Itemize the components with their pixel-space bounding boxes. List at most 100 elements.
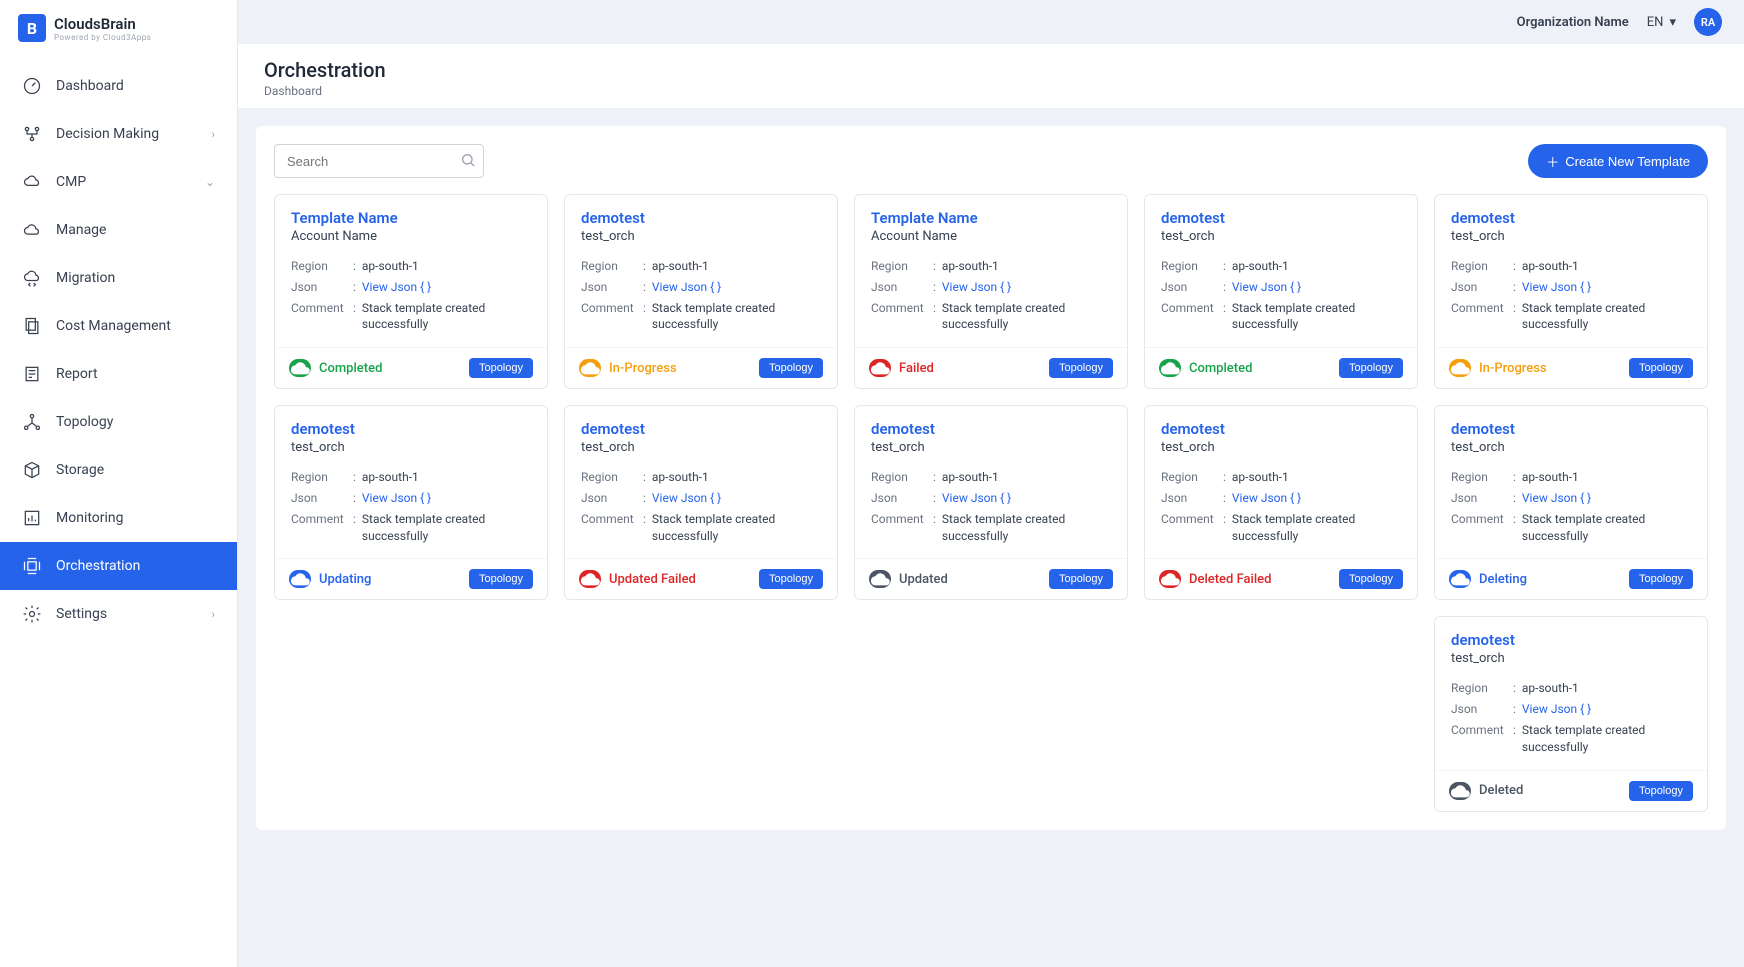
status-indicator: Updated [869,570,948,588]
card-title[interactable]: Template Name [871,209,1111,227]
topology-button[interactable]: Topology [1339,358,1403,378]
network-icon [22,412,42,432]
card-title[interactable]: demotest [1161,209,1401,227]
topology-button[interactable]: Topology [759,569,823,589]
status-label: Completed [319,361,382,376]
search-wrapper [274,144,484,178]
card-title[interactable]: demotest [1451,631,1691,649]
org-name[interactable]: Organization Name [1517,15,1629,30]
card-title[interactable]: demotest [1161,420,1401,438]
create-template-button[interactable]: ＋ Create New Template [1528,144,1708,178]
topology-button[interactable]: Topology [1339,569,1403,589]
language-selector[interactable]: EN ▾ [1647,15,1676,30]
sidebar-item-decision-making[interactable]: Decision Making› [0,110,237,158]
field-label-comment: Comment [291,300,347,334]
card-account: test_orch [1161,440,1401,455]
template-card[interactable]: demotesttest_orchRegion: ap-south-1Json:… [1434,194,1708,389]
card-title[interactable]: demotest [871,420,1111,438]
template-card[interactable]: demotesttest_orchRegion: ap-south-1Json:… [274,405,548,600]
card-title[interactable]: demotest [291,420,531,438]
search-input[interactable] [274,144,484,178]
field-label-json: Json [291,279,347,296]
status-icon [1159,570,1181,588]
page-header: Orchestration Dashboard [238,44,1744,108]
status-icon [869,359,891,377]
sidebar-item-manage[interactable]: Manage [0,206,237,254]
card-title[interactable]: demotest [581,420,821,438]
field-label-json: Json [291,490,347,507]
template-card[interactable]: demotesttest_orchRegion: ap-south-1Json:… [564,405,838,600]
chevron-down-icon: ⌄ [205,175,215,189]
sidebar-nav: DashboardDecision Making›CMP⌄ Manage Migra… [0,56,237,638]
view-json-link[interactable]: View Json { } [652,279,721,296]
view-json-link[interactable]: View Json { } [1232,490,1301,507]
field-label-region: Region [1161,469,1217,486]
topology-button[interactable]: Topology [1049,358,1113,378]
status-label: Updating [319,572,371,587]
template-card[interactable]: Template NameAccount NameRegion: ap-sout… [274,194,548,389]
view-json-link[interactable]: View Json { } [942,490,1011,507]
card-title[interactable]: Template Name [291,209,531,227]
topology-button[interactable]: Topology [1629,358,1693,378]
template-card[interactable]: demotesttest_orchRegion: ap-south-1Json:… [854,405,1128,600]
card-title[interactable]: demotest [1451,420,1691,438]
topology-button[interactable]: Topology [1049,569,1113,589]
field-label-comment: Comment [871,300,927,334]
field-label-comment: Comment [1451,722,1507,756]
view-json-link[interactable]: View Json { } [1522,490,1591,507]
sidebar-item-label: Manage [56,222,106,238]
template-card[interactable]: Template NameAccount NameRegion: ap-sout… [854,194,1128,389]
field-label-comment: Comment [581,300,637,334]
card-title[interactable]: demotest [1451,209,1691,227]
card-region: ap-south-1 [652,469,709,486]
sidebar-item-cmp[interactable]: CMP⌄ [0,158,237,206]
gauge-icon [22,76,42,96]
status-indicator: Failed [869,359,934,377]
topology-button[interactable]: Topology [469,569,533,589]
breadcrumb[interactable]: Dashboard [264,84,1718,98]
card-account: test_orch [1451,440,1691,455]
topology-button[interactable]: Topology [1629,569,1693,589]
template-card[interactable]: demotesttest_orchRegion: ap-south-1Json:… [1434,405,1708,600]
field-label-region: Region [1161,258,1217,275]
brand-mark-icon: B [18,14,46,42]
sidebar-item-label: Orchestration [56,558,140,574]
frame-icon [22,556,42,576]
sidebar-item-cost-management[interactable]: Cost Management [0,302,237,350]
status-icon [289,359,311,377]
topology-button[interactable]: Topology [469,358,533,378]
status-label: Failed [899,361,934,376]
sidebar-item-label: Monitoring [56,510,124,526]
field-label-region: Region [581,258,637,275]
view-json-link[interactable]: View Json { } [652,490,721,507]
view-json-link[interactable]: View Json { } [1522,279,1591,296]
sidebar-item-migration[interactable]: Migration [0,254,237,302]
sidebar-item-storage[interactable]: Storage [0,446,237,494]
topology-button[interactable]: Topology [759,358,823,378]
card-comment: Stack template created successfully [652,511,821,545]
sidebar-item-orchestration[interactable]: Orchestration [0,542,237,590]
topology-button[interactable]: Topology [1629,781,1693,801]
template-card[interactable]: demotesttest_orchRegion: ap-south-1Json:… [1144,405,1418,600]
view-json-link[interactable]: View Json { } [362,490,431,507]
view-json-link[interactable]: View Json { } [1522,701,1591,718]
topbar: Organization Name EN ▾ RA [238,0,1744,44]
cloud-icon [22,220,42,240]
sidebar-item-report[interactable]: Report [0,350,237,398]
template-card[interactable]: demotesttest_orchRegion: ap-south-1Json:… [1144,194,1418,389]
status-icon [1159,359,1181,377]
view-json-link[interactable]: View Json { } [942,279,1011,296]
card-title[interactable]: demotest [581,209,821,227]
template-card[interactable]: demotesttest_orchRegion: ap-south-1Json:… [1434,616,1708,811]
page-title: Orchestration [264,58,1718,82]
view-json-link[interactable]: View Json { } [1232,279,1301,296]
sidebar-item-dashboard[interactable]: Dashboard [0,62,237,110]
sidebar-item-topology[interactable]: Topology [0,398,237,446]
user-avatar[interactable]: RA [1694,8,1722,36]
template-card[interactable]: demotesttest_orchRegion: ap-south-1Json:… [564,194,838,389]
brand-logo[interactable]: B CloudsBrain Powered by Cloud3Apps [0,0,237,56]
view-json-link[interactable]: View Json { } [362,279,431,296]
sidebar-item-settings[interactable]: Settings› [0,590,237,638]
bars-icon [22,508,42,528]
sidebar-item-monitoring[interactable]: Monitoring [0,494,237,542]
